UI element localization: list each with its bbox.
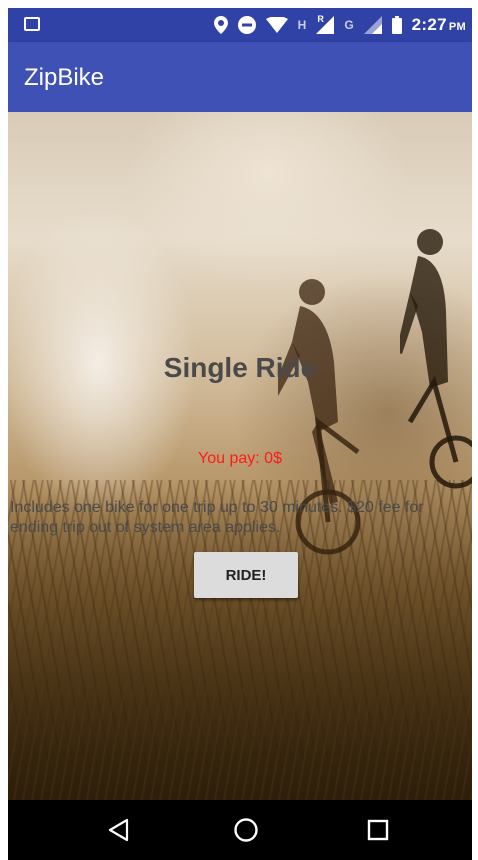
network-type-label: H (297, 18, 307, 32)
navigation-bar (8, 800, 472, 860)
status-icons: H R G 2:27 PM (213, 14, 466, 36)
recents-icon[interactable] (364, 816, 392, 844)
wifi-icon (265, 14, 288, 36)
ride-title: Single Ride (163, 352, 317, 383)
battery-icon (391, 14, 402, 36)
image-notification-icon (24, 17, 40, 31)
signal-icon: R (316, 14, 335, 36)
device-screen: H R G 2:27 PM ZipBike Single Ride You pa… (8, 8, 472, 860)
back-icon[interactable] (104, 816, 132, 844)
do-not-disturb-icon (237, 14, 256, 36)
location-icon (213, 14, 228, 36)
clock-time: 2:27 (411, 15, 447, 34)
app-title: ZipBike (24, 64, 105, 91)
clock: 2:27 PM (412, 15, 466, 35)
home-icon[interactable] (232, 816, 260, 844)
status-bar: H R G 2:27 PM (8, 8, 472, 42)
ride-button[interactable]: RIDE! (194, 552, 298, 598)
roaming-label: R (317, 14, 324, 24)
signal-icon (363, 14, 382, 36)
network-type-label: G (344, 18, 354, 32)
ride-description: Includes one bike for one trip up to 30 … (10, 499, 424, 536)
app-bar: ZipBike (8, 42, 472, 112)
ride-price: You pay: 0$ (198, 450, 282, 467)
clock-ampm: PM (448, 21, 466, 33)
ride-content: Single Ride You pay: 0$ Includes one bik… (8, 112, 472, 800)
